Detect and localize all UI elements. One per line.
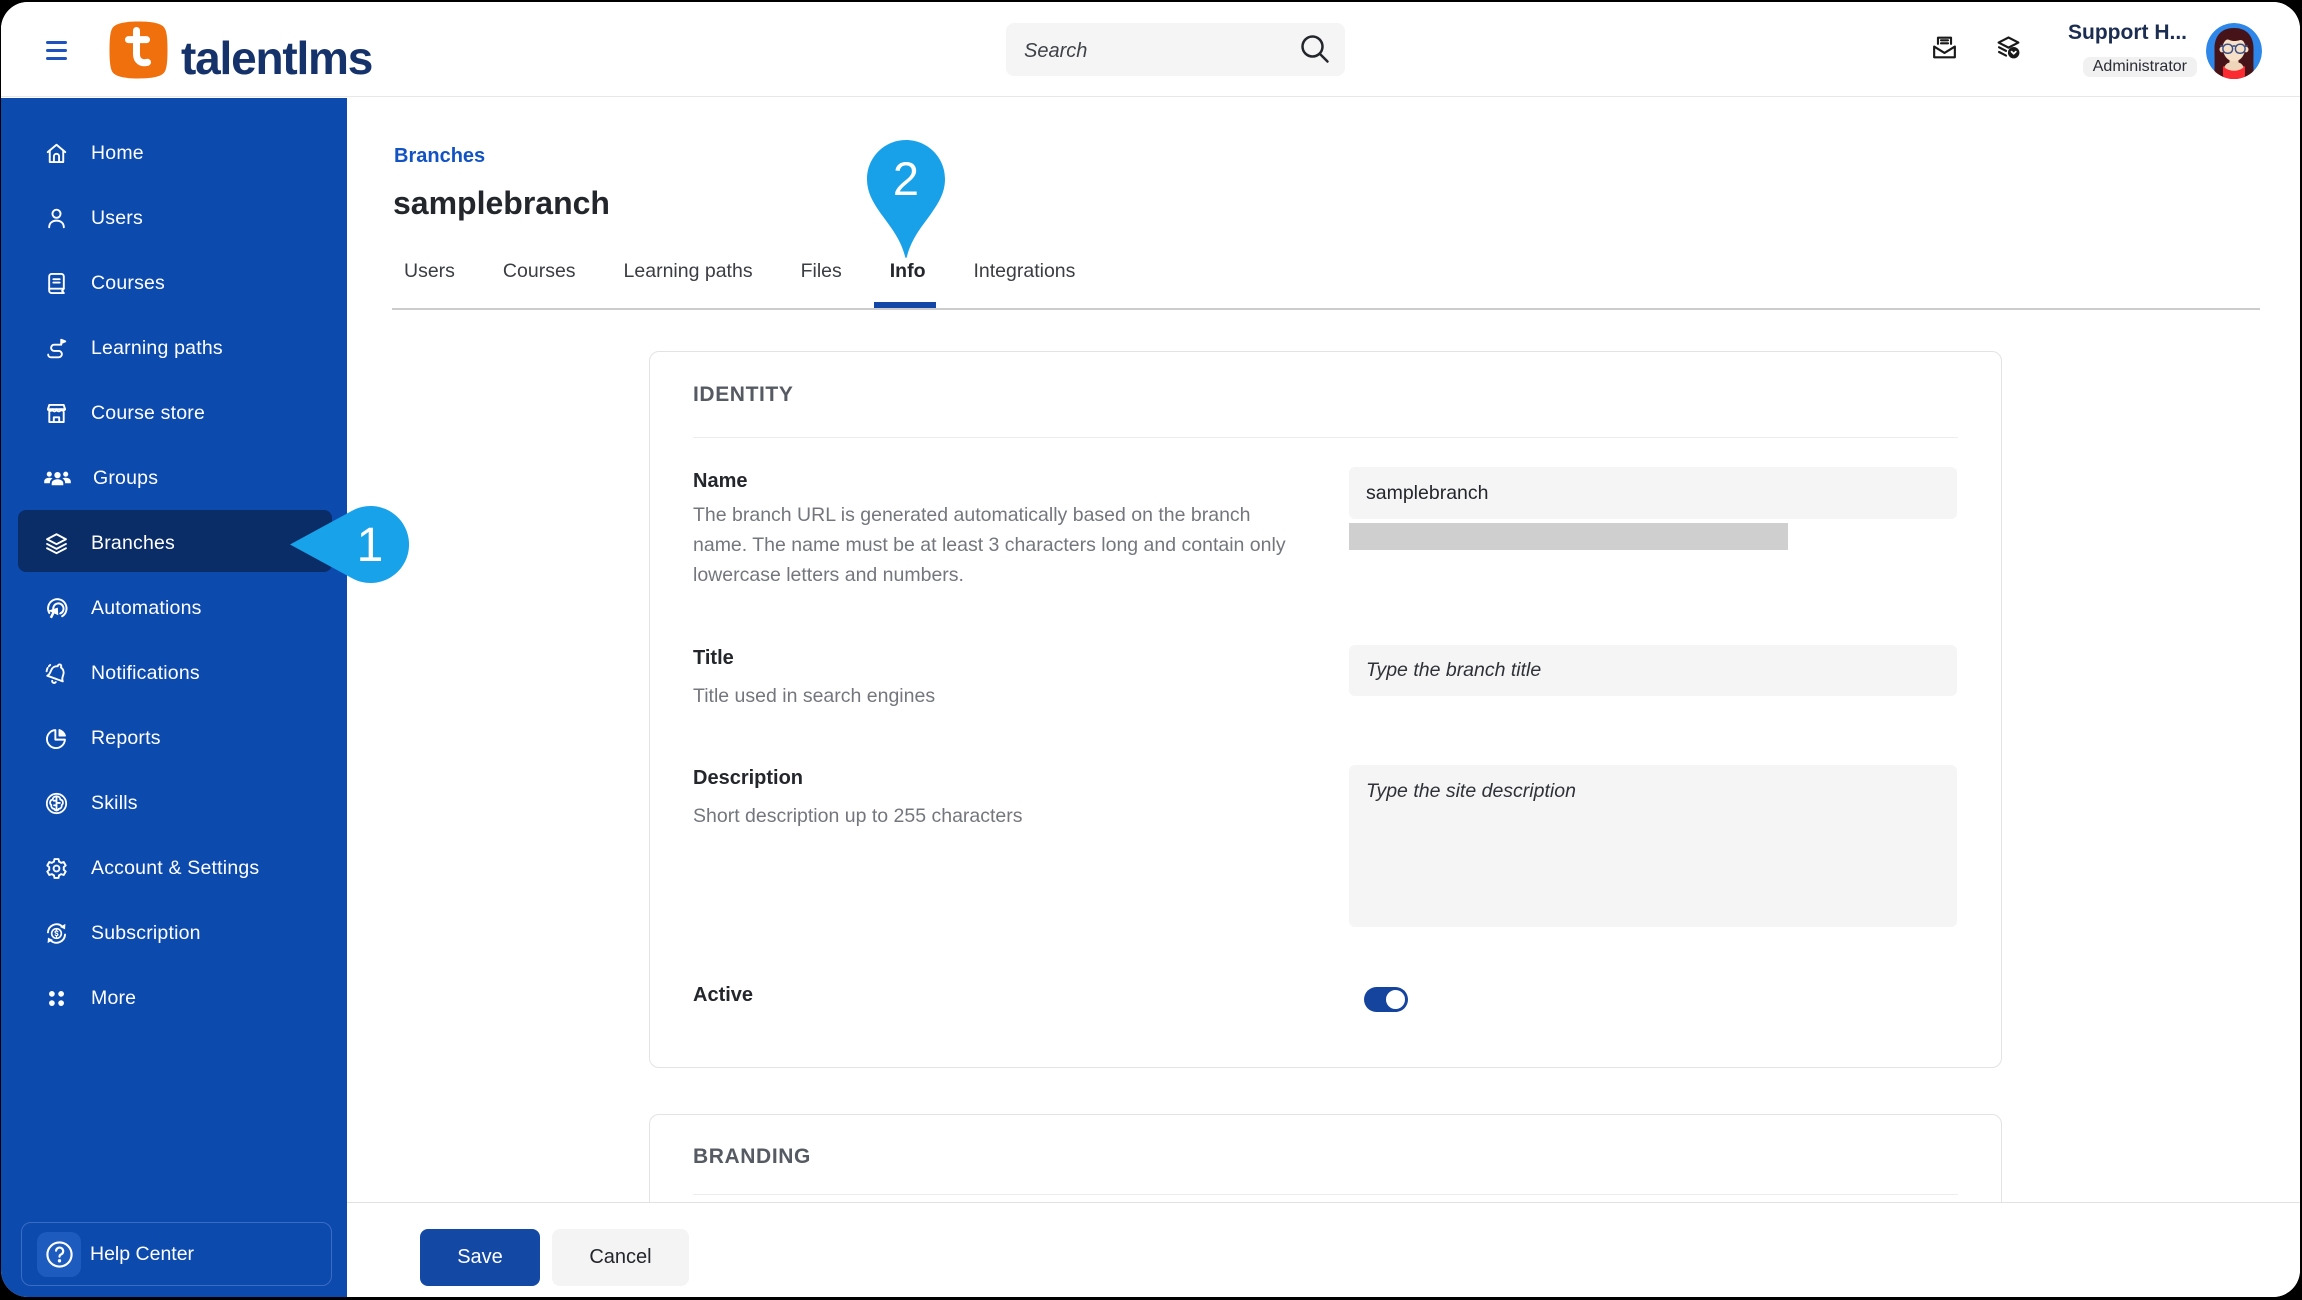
svg-text:2: 2 <box>893 152 919 205</box>
svg-text:1: 1 <box>357 519 384 572</box>
